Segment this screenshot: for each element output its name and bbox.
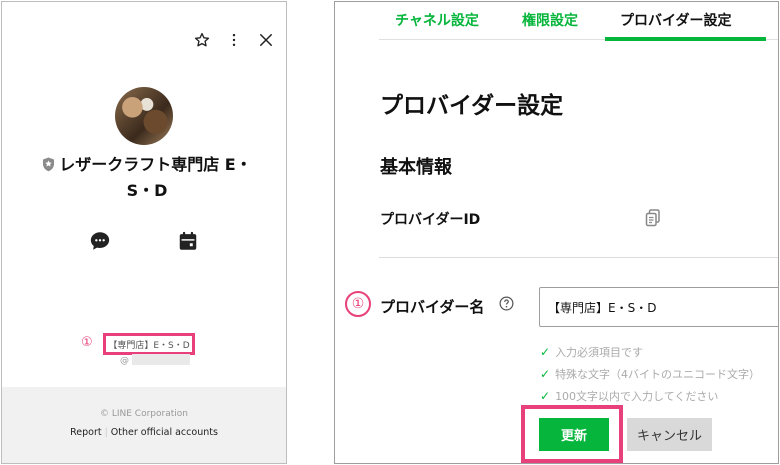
active-tab-indicator <box>605 37 766 41</box>
section-divider <box>379 257 778 258</box>
provider-name-text: 【専門店】E・S・D <box>108 340 190 351</box>
provider-name-input-value: 【専門店】E・S・D <box>548 300 657 315</box>
tab-permission-settings[interactable]: 権限設定 <box>522 10 578 30</box>
tab-provider-settings[interactable]: プロバイダー設定 <box>620 10 731 30</box>
calendar-icon[interactable] <box>177 230 199 256</box>
report-link[interactable]: Report <box>70 427 102 438</box>
help-icon[interactable] <box>499 296 514 315</box>
chat-icon[interactable] <box>89 230 111 256</box>
copy-icon[interactable] <box>645 209 661 231</box>
check-icon: ✓ <box>540 389 551 403</box>
close-icon[interactable] <box>256 30 276 50</box>
rule-text: 100文字以内で入力してください <box>555 390 719 403</box>
tab-channel-settings[interactable]: チャネル設定 <box>395 10 479 30</box>
provider-name-input[interactable]: 【専門店】E・S・D <box>539 287 778 327</box>
shop-name-heading: レザークラフト専門店 E・S・D <box>32 153 262 203</box>
account-id-prefix: @ <box>120 356 129 366</box>
shield-icon <box>42 155 55 179</box>
rule-required: ✓ 入力必須項目です <box>540 341 760 363</box>
more-vert-icon[interactable] <box>224 30 244 50</box>
other-accounts-link[interactable]: Other official accounts <box>111 427 218 438</box>
section-title: 基本情報 <box>380 157 452 178</box>
provider-name-display: 【専門店】E・S・D <box>103 333 195 355</box>
star-icon[interactable] <box>192 30 212 50</box>
validation-rules: ✓ 入力必須項目です ✓ 特殊な文字（4バイトのユニコード文字） ✓ 100文字以内で… <box>540 341 760 407</box>
annotation-marker: ① <box>81 335 93 350</box>
account-id: @ <box>120 354 190 366</box>
profile-toolbar <box>192 30 276 50</box>
provider-name-label: プロバイダー名 <box>380 298 485 316</box>
check-icon: ✓ <box>540 367 551 381</box>
rule-special-chars: ✓ 特殊な文字（4バイトのユニコード文字） <box>540 363 760 385</box>
cancel-button[interactable]: キャンセル <box>627 418 712 451</box>
annotation-marker: ① <box>345 291 371 317</box>
check-icon: ✓ <box>540 345 551 359</box>
rule-max-length: ✓ 100文字以内で入力してください <box>540 385 760 407</box>
profile-panel: レザークラフト専門店 E・S・D ① 【専門店】E・S・D @ © LINE C… <box>1 1 287 464</box>
copyright-text: © LINE Corporation <box>100 409 188 419</box>
shop-name-text: レザークラフト専門店 E・S・D <box>59 155 252 200</box>
rule-text: 入力必須項目です <box>555 346 644 359</box>
provider-settings-panel: チャネル設定 権限設定 プロバイダー設定 プロバイダー設定 基本情報 プロバイダ… <box>334 1 779 464</box>
provider-id-label: プロバイダーID <box>380 212 481 228</box>
settings-tabs: チャネル設定 権限設定 プロバイダー設定 <box>379 2 778 41</box>
footer-links: Report | Other official accounts <box>2 427 286 438</box>
page-title: プロバイダー設定 <box>380 93 564 119</box>
account-id-redacted <box>132 354 190 365</box>
update-button[interactable]: 更新 <box>539 418 609 451</box>
footer-separator: | <box>104 427 108 438</box>
rule-text: 特殊な文字（4バイトのユニコード文字） <box>555 368 761 381</box>
profile-footer: © LINE Corporation Report | Other official… <box>2 387 286 463</box>
avatar <box>115 87 173 145</box>
